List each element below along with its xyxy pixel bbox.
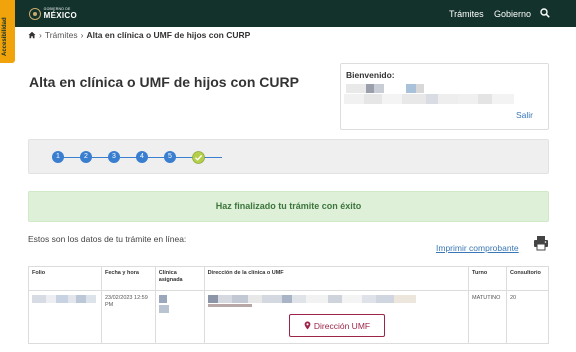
breadcrumb-tramites-link[interactable]: Trámites xyxy=(45,30,78,40)
intro-text: Estos son los datos de tu trámite en lín… xyxy=(28,234,187,244)
welcome-panel: Bienvenido: Salir xyxy=(340,63,549,130)
redacted-folio xyxy=(32,295,98,303)
step-4: 4 xyxy=(136,151,148,163)
map-pin-icon xyxy=(304,321,311,330)
cell-turno: MATUTINO xyxy=(468,290,507,344)
header-direccion: Dirección de la clínica o UMF xyxy=(203,266,470,291)
step-1: 1 xyxy=(52,151,64,163)
header-consultorio: Consultorio xyxy=(506,266,549,291)
printer-icon[interactable] xyxy=(533,235,549,251)
header-clinica: Clínica asignada xyxy=(154,266,205,291)
search-icon[interactable] xyxy=(540,8,550,18)
crest-icon xyxy=(29,8,41,20)
check-circle-icon xyxy=(192,151,205,164)
header-turno: Turno xyxy=(468,266,507,291)
cell-folio xyxy=(28,290,102,344)
step-2: 2 xyxy=(80,151,92,163)
redacted-user-details xyxy=(344,91,544,104)
success-alert: Haz finalizado tu trámite con éxito xyxy=(28,191,549,222)
print-receipt-link[interactable]: Imprimir comprobante xyxy=(436,243,519,253)
page-title: Alta en clínica o UMF de hijos con CURP xyxy=(29,74,299,90)
cell-fecha: 23/02/2023 12:59 PM xyxy=(100,290,156,344)
header-folio: Folio xyxy=(28,266,102,291)
logo-big-text: MÉXICO xyxy=(43,10,77,20)
home-icon[interactable] xyxy=(28,31,36,39)
progress-stepper: 1 2 3 4 5 xyxy=(28,139,549,174)
redacted-direccion xyxy=(207,295,465,303)
breadcrumb-current: Alta en clínica o UMF de hijos con CURP xyxy=(86,30,251,40)
nav-gobierno-link[interactable]: Gobierno xyxy=(494,9,531,19)
nav-tramites-link[interactable]: Trámites xyxy=(449,9,484,19)
accessibility-tab[interactable]: Accesibilidad xyxy=(0,0,15,63)
cell-consultorio: 20 xyxy=(506,290,549,344)
gobierno-mexico-logo[interactable]: GOBIERNO DE MÉXICO xyxy=(29,6,77,22)
redacted-clinica xyxy=(158,295,201,313)
breadcrumb-separator: › xyxy=(80,30,84,40)
breadcrumb-separator: › xyxy=(39,30,42,40)
direccion-umf-label: Dirección UMF xyxy=(313,320,371,331)
top-navbar: GOBIERNO DE MÉXICO Trámites Gobierno xyxy=(0,0,576,27)
step-5: 5 xyxy=(164,151,176,163)
breadcrumb: › Trámites › Alta en clínica o UMF de hi… xyxy=(28,30,250,40)
logout-link[interactable]: Salir xyxy=(516,110,533,120)
table-header-row: Folio Fecha y hora Clínica asignada Dire… xyxy=(28,266,549,291)
redacted-user-name xyxy=(346,80,506,93)
header-fecha: Fecha y hora xyxy=(100,266,156,291)
accessibility-label: Accesibilidad xyxy=(2,17,8,56)
direccion-umf-button[interactable]: Dirección UMF xyxy=(289,314,385,337)
step-3: 3 xyxy=(108,151,120,163)
cell-clinica xyxy=(154,290,205,344)
welcome-label: Bienvenido: xyxy=(346,70,395,80)
